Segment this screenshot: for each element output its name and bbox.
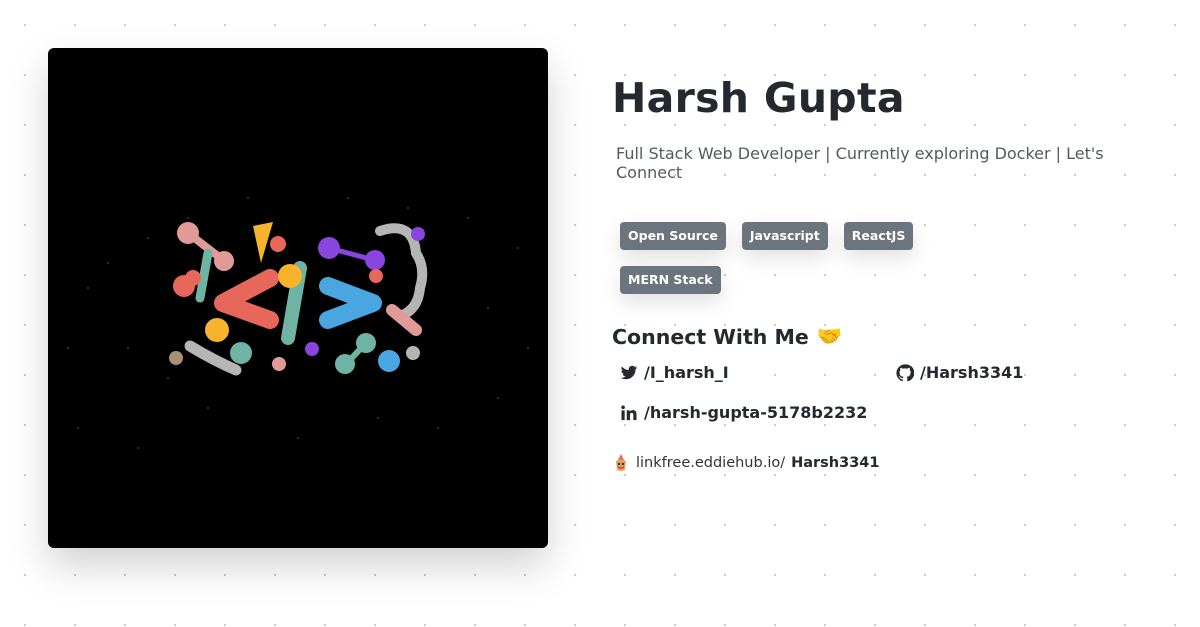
linkfree-link[interactable]: linkfree.eddiehub.io/ Harsh3341: [612, 453, 1172, 473]
profile-name: Harsh Gupta: [612, 74, 905, 122]
linkfree-logo-icon: [616, 454, 626, 471]
linkfree-username: Harsh3341: [791, 455, 880, 471]
tag-javascript[interactable]: Javascript: [741, 222, 828, 250]
social-links: /I_harsh_I /Harsh3341 /harsh-gupta-5178b…: [612, 363, 1172, 453]
handshake-emoji: 🤝: [816, 324, 843, 348]
linkedin-icon: [621, 405, 637, 420]
linkedin-link[interactable]: /harsh-gupta-5178b2232: [620, 403, 867, 422]
profile-banner-image: [48, 48, 548, 548]
twitter-link[interactable]: /I_harsh_I: [620, 363, 729, 382]
connect-title-text: Connect With Me: [612, 324, 809, 349]
linkedin-handle: /harsh-gupta-5178b2232: [644, 403, 868, 422]
twitter-icon: [620, 365, 638, 379]
profile-info: Harsh Gupta Full Stack Web Developer | C…: [612, 74, 1172, 473]
connect-heading: Connect With Me 🤝: [612, 324, 1172, 349]
tag-reactjs[interactable]: ReactJS: [843, 222, 914, 250]
twitter-handle: /I_harsh_I: [644, 363, 729, 382]
tag-list: Open Source Javascript ReactJS MERN Stac…: [620, 222, 940, 294]
linkfree-prefix: linkfree.eddiehub.io/: [636, 455, 786, 471]
github-link[interactable]: /Harsh3341: [896, 363, 1023, 382]
github-handle: /Harsh3341: [920, 363, 1024, 382]
profile-bio: Full Stack Web Developer | Currently exp…: [616, 144, 1104, 182]
code-brackets-art: [67, 197, 529, 449]
tag-mern-stack[interactable]: MERN Stack: [620, 266, 721, 294]
github-icon: [896, 363, 914, 381]
tag-open-source[interactable]: Open Source: [620, 222, 726, 250]
